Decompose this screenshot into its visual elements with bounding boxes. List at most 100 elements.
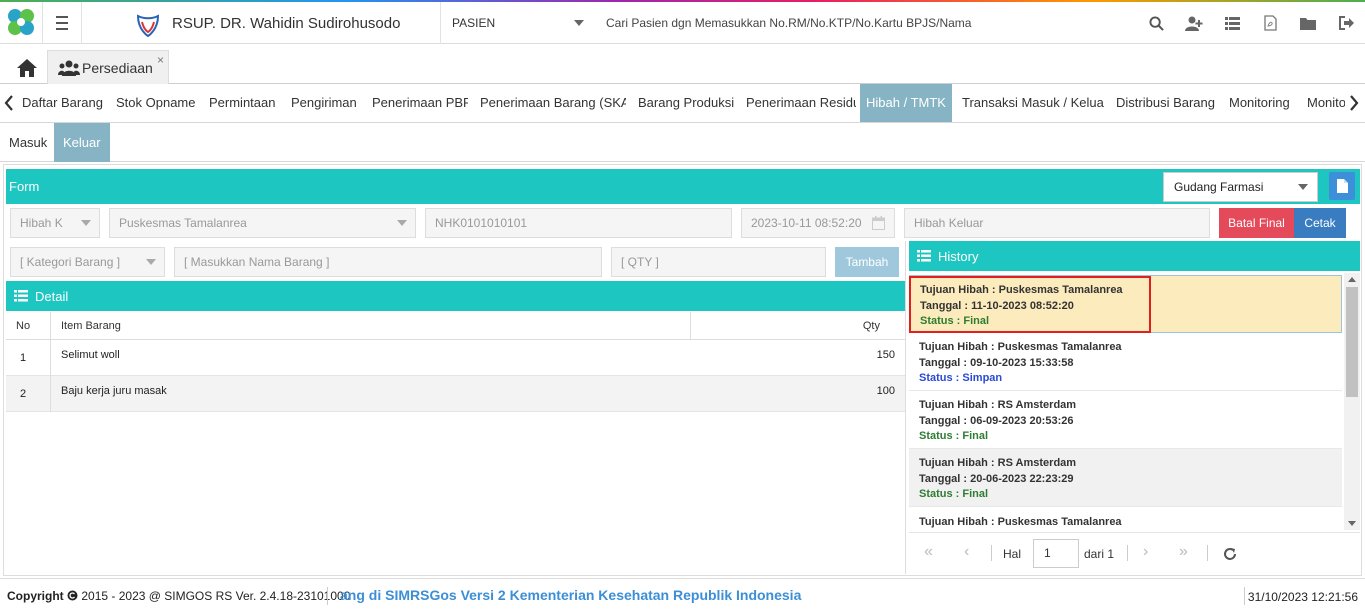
history-item[interactable]: Tujuan Hibah : Puskesmas Tamalanrea Tang… (909, 333, 1342, 391)
page-tabs-bar: Persediaan × (0, 44, 1365, 84)
patient-type-value: PASIEN (452, 16, 496, 30)
chevron-right-icon[interactable] (1349, 95, 1359, 111)
keterangan-placeholder: Hibah Keluar (914, 216, 984, 230)
calendar-icon[interactable] (872, 216, 885, 230)
first-page-icon[interactable]: « (924, 543, 933, 561)
history-list: Tujuan Hibah : Puskesmas Tamalanrea Tang… (909, 273, 1344, 530)
new-document-button[interactable] (1329, 172, 1355, 200)
menu-item-monitoring-2[interactable]: Monitoring (1307, 84, 1345, 122)
folder-icon[interactable] (1289, 2, 1327, 44)
tab-persediaan-label: Persediaan (82, 59, 153, 76)
pdf-icon[interactable] (1251, 2, 1289, 44)
history-item[interactable]: Tujuan Hibah : RS Amsterdam Tanggal : 06… (909, 391, 1342, 449)
tambah-button[interactable]: Tambah (835, 247, 899, 277)
jenis-hibah-select[interactable]: Hibah K (10, 208, 100, 238)
gudang-select[interactable]: Gudang Farmasi (1163, 172, 1318, 202)
patient-search-input[interactable] (596, 2, 1096, 44)
users-icon (58, 60, 80, 76)
subtab-masuk[interactable]: Masuk (0, 123, 56, 162)
menu-item-monitoring[interactable]: Monitoring (1229, 84, 1295, 122)
menu-item-stok-opname[interactable]: Stok Opname (116, 84, 196, 122)
qty-input[interactable]: [ QTY ] (611, 247, 826, 277)
history-item[interactable]: Tujuan Hibah : Puskesmas Tamalanrea (909, 508, 1342, 530)
refresh-icon[interactable] (1223, 547, 1237, 561)
tujuan-hibah-value: Puskesmas Tamalanrea (119, 216, 247, 230)
divider (1207, 545, 1208, 561)
menu-item-penerimaan-barang-ska[interactable]: Penerimaan Barang (SKA) (480, 84, 626, 122)
cetak-button[interactable]: Cetak (1294, 208, 1346, 238)
history-status: Status : Final (919, 430, 989, 442)
prev-page-icon[interactable]: ‹ (964, 543, 969, 561)
history-tujuan: Tujuan Hibah : Puskesmas Tamalanrea (919, 516, 1122, 528)
scroll-thumb[interactable] (1346, 287, 1358, 397)
detail-table-header: No Item Barang Qty (6, 312, 905, 340)
history-tanggal: Tanggal : 20-06-2023 22:23:29 (919, 472, 1074, 485)
tanggal-value: 2023-10-11 08:52:20 (751, 216, 862, 230)
logout-icon[interactable] (1327, 2, 1365, 44)
menu-item-distribusi-barang[interactable]: Distribusi Barang (1116, 84, 1216, 122)
menu-toggle-button[interactable] (42, 2, 82, 44)
add-user-icon[interactable] (1175, 2, 1213, 44)
chevron-left-icon[interactable] (4, 95, 14, 111)
list-icon (14, 290, 28, 302)
app-logo-icon[interactable] (3, 4, 39, 40)
form-title: Form (9, 179, 40, 194)
batal-final-button[interactable]: Batal Final (1219, 208, 1294, 238)
page-number-input[interactable]: 1 (1033, 539, 1079, 568)
scroll-up-icon[interactable] (1348, 277, 1356, 282)
history-scrollbar[interactable] (1344, 273, 1360, 530)
hospital-logo-icon (136, 14, 160, 38)
patient-type-select[interactable]: PASIEN (441, 2, 596, 44)
chevron-down-icon (397, 220, 407, 226)
menu-item-penerimaan-pbf[interactable]: Penerimaan PBF (372, 84, 468, 122)
last-page-icon[interactable]: » (1179, 543, 1188, 561)
header-toolbar (1137, 2, 1365, 44)
menu-item-permintaan[interactable]: Permintaan (209, 84, 279, 122)
nomor-field[interactable]: NHK0101010101 (425, 208, 732, 238)
divider (1127, 545, 1128, 561)
tanggal-field[interactable]: 2023-10-11 08:52:20 (741, 208, 895, 238)
keterangan-field[interactable]: Hibah Keluar (904, 208, 1210, 238)
copyright-label: Copyright (7, 589, 64, 603)
history-tanggal: Tanggal : 09-10-2023 15:33:58 (919, 356, 1074, 369)
search-icon[interactable] (1137, 2, 1175, 44)
scroll-down-icon[interactable] (1348, 521, 1356, 526)
column-item-barang: Item Barang (61, 320, 121, 332)
column-no: No (16, 320, 31, 332)
footer: Copyright 2015 - 2023 @ SIMGOS RS Ver. 2… (0, 578, 1365, 613)
row-no: 1 (20, 352, 27, 364)
table-row[interactable]: 2 Baju kerja juru masak 100 (6, 376, 905, 412)
menu-item-transaksi-masuk-keluar[interactable]: Transaksi Masuk / Keluar (962, 84, 1104, 122)
menu-item-pengiriman[interactable]: Pengiriman (291, 84, 359, 122)
chevron-down-icon (81, 220, 91, 226)
history-tujuan: Tujuan Hibah : RS Amsterdam (919, 457, 1077, 469)
copyright-text: 2015 - 2023 @ SIMGOS RS Ver. 2.4.18-2310… (81, 589, 351, 603)
home-icon[interactable] (16, 58, 38, 78)
subtabs-bar: Masuk Keluar (0, 123, 1365, 162)
copyright: Copyright 2015 - 2023 @ SIMGOS RS Ver. 2… (7, 589, 350, 603)
kategori-barang-select[interactable]: [ Kategori Barang ] (10, 247, 165, 277)
list-icon (917, 250, 931, 262)
menu-item-hibah-tmtk[interactable]: Hibah / TMTK (860, 84, 952, 122)
detail-title: Detail (35, 289, 69, 304)
subtab-keluar[interactable]: Keluar (54, 123, 110, 162)
qty-placeholder: [ QTY ] (621, 255, 659, 269)
menu-item-penerimaan-residu[interactable]: Penerimaan Residu (746, 84, 856, 122)
chevron-down-icon (146, 259, 156, 265)
history-item[interactable]: Tujuan Hibah : RS Amsterdam Tanggal : 20… (909, 449, 1342, 507)
divider (50, 312, 51, 340)
menu-item-barang-produksi[interactable]: Barang Produksi (638, 84, 734, 122)
history-item[interactable]: Tujuan Hibah : Puskesmas Tamalanrea Tang… (909, 275, 1342, 333)
next-page-icon[interactable]: › (1143, 543, 1148, 561)
list-icon[interactable] (1213, 2, 1251, 44)
hospital-name: RSUP. DR. Wahidin Sudirohusodo (172, 14, 401, 32)
tab-persediaan[interactable]: Persediaan × (47, 50, 169, 84)
table-row[interactable]: 1 Selimut woll 150 (6, 340, 905, 376)
divider (1244, 587, 1245, 605)
tujuan-hibah-select[interactable]: Puskesmas Tamalanrea (109, 208, 416, 238)
divider (50, 376, 51, 412)
nama-barang-input[interactable]: [ Masukkan Nama Barang ] (174, 247, 602, 277)
close-tab-icon[interactable]: × (157, 53, 164, 67)
menu-item-daftar-barang[interactable]: Daftar Barang (22, 84, 104, 122)
footer-datetime: 31/10/2023 12:21:56 (1247, 590, 1358, 604)
